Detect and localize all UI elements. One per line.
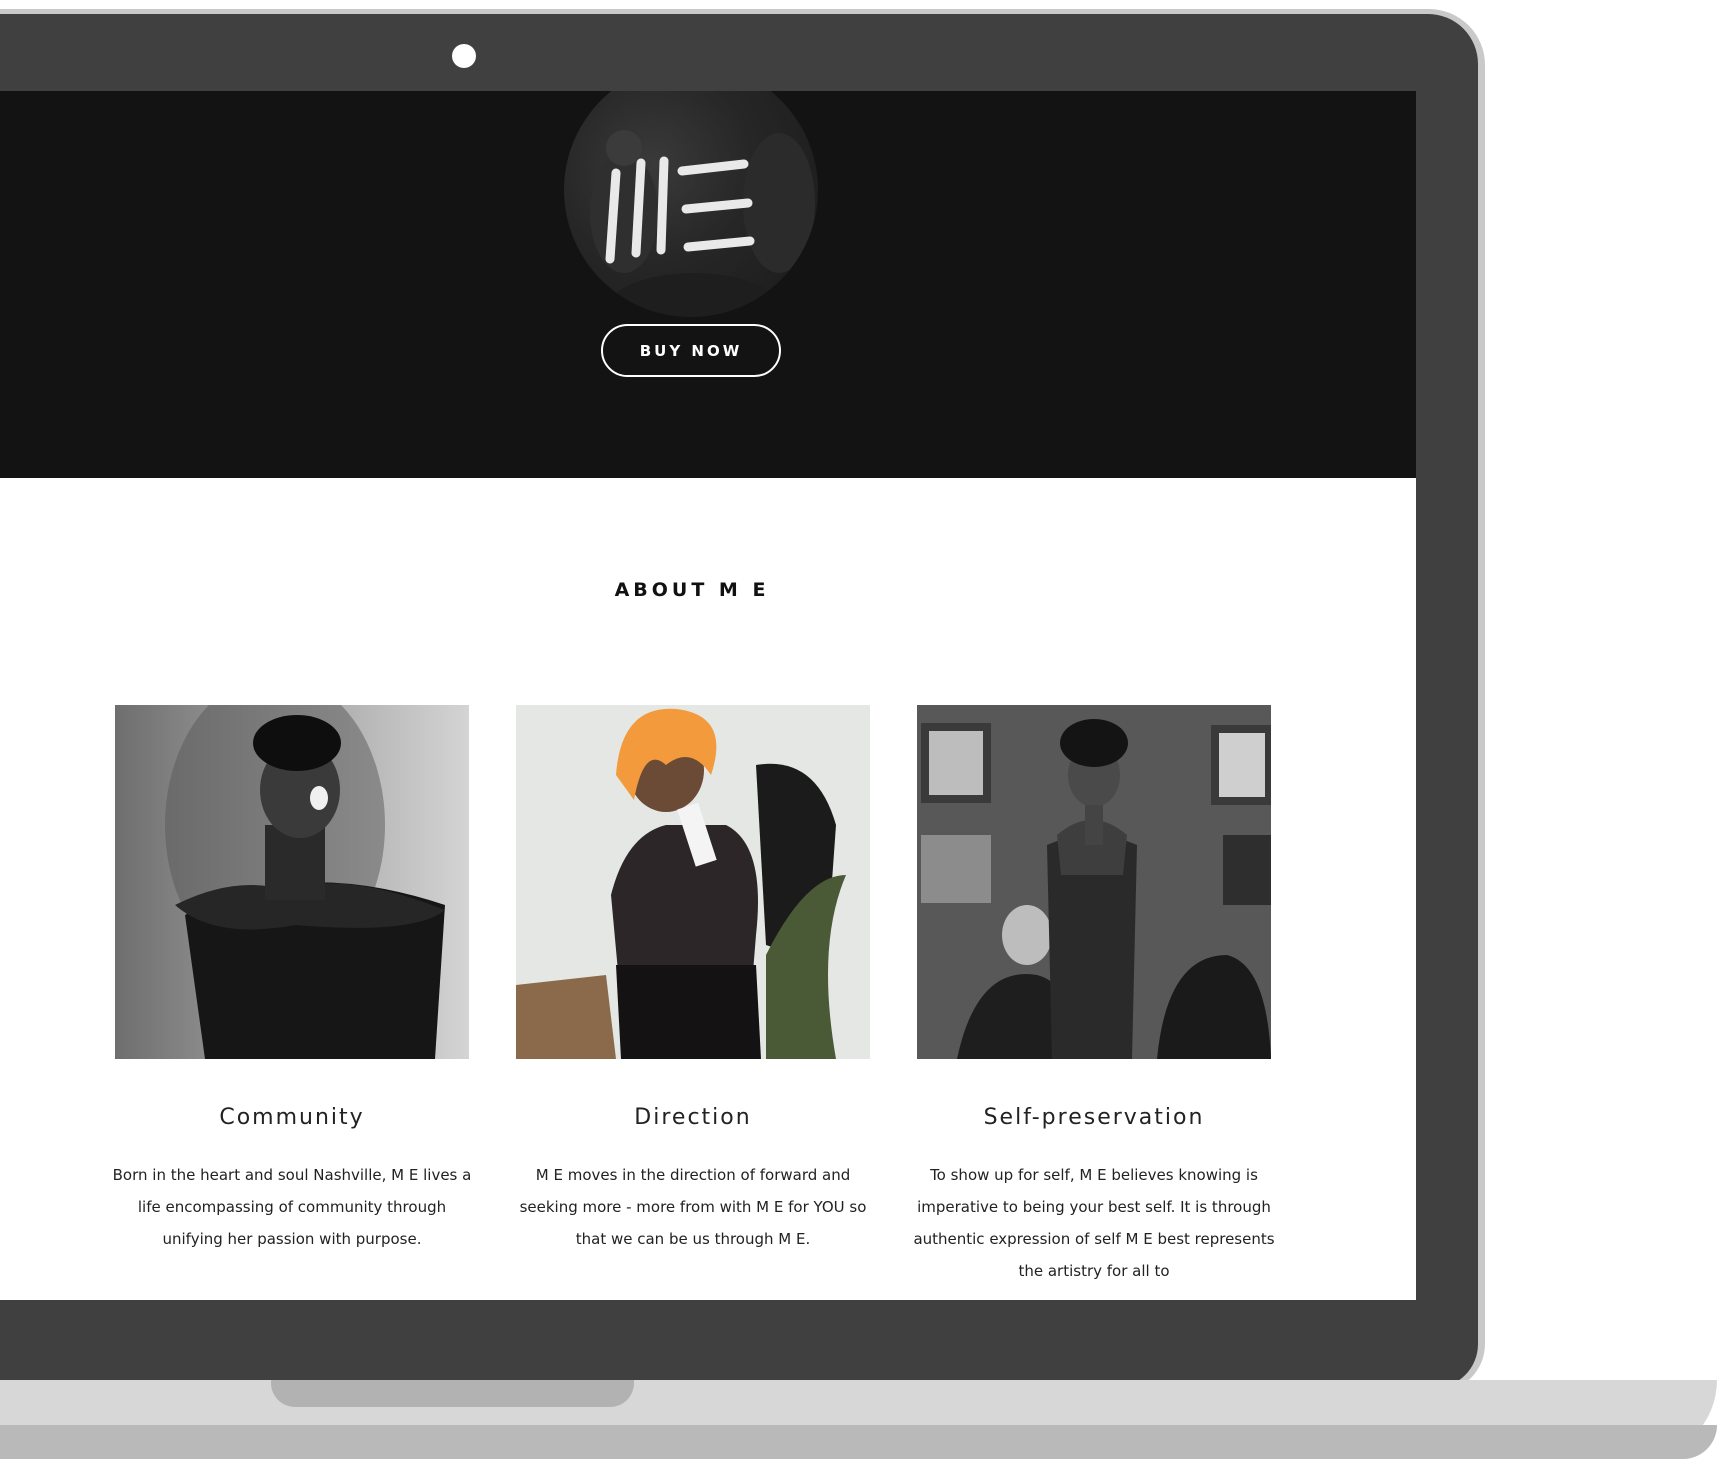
card-title-self-preservation: Self-preservation bbox=[983, 1105, 1205, 1130]
buy-now-button[interactable]: BUY NOW bbox=[601, 324, 781, 377]
community-photo bbox=[115, 705, 469, 1059]
card-title-direction: Direction bbox=[634, 1105, 752, 1130]
self-preservation-photo bbox=[917, 705, 1271, 1059]
card-text-self-preservation: To show up for self, M E believes knowin… bbox=[913, 1166, 1275, 1280]
direction-photo bbox=[516, 705, 870, 1059]
website-screen: BUY NOW ABOUT M E Community Born in the … bbox=[0, 91, 1416, 1300]
about-heading: ABOUT M E bbox=[614, 579, 770, 601]
laptop-base-lip bbox=[0, 1425, 1717, 1459]
hero-section: BUY NOW bbox=[0, 91, 1416, 478]
card-text-community: Born in the heart and soul Nashville, M … bbox=[112, 1166, 472, 1248]
card-text-direction: M E moves in the direction of forward an… bbox=[519, 1166, 867, 1248]
laptop-hinge-notch bbox=[271, 1380, 634, 1407]
webcam-dot bbox=[452, 44, 476, 68]
card-title-community: Community bbox=[219, 1105, 365, 1130]
brand-logo bbox=[564, 91, 818, 317]
